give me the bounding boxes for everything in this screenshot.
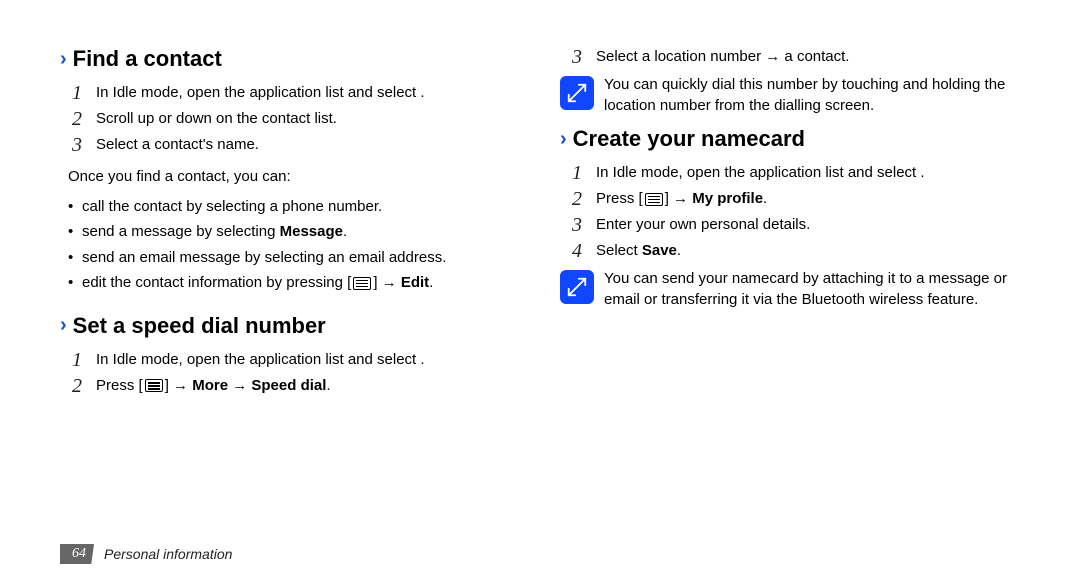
step-number: 1 [68,82,86,104]
find-step-2: 2 Scroll up or down on the contact list. [68,108,520,130]
create-step-1: 1 In Idle mode, open the application lis… [568,162,1020,184]
step-number: 4 [568,240,586,262]
menu-icon [645,193,663,206]
list-item: send a message by selecting Message. [68,221,520,244]
step-text: Enter your own personal details. [596,214,810,236]
note-text: You can quickly dial this number by touc… [604,74,1020,116]
once-found-intro: Once you find a contact, you can: [68,166,520,188]
chevron-right-icon: › [560,128,567,151]
step-number: 3 [568,214,586,236]
step-text: In Idle mode, open the application list … [96,82,425,104]
step-number: 2 [68,108,86,130]
heading-speed-dial: › Set a speed dial number [60,313,520,339]
create-step-2: 2 Press [] → My profile. [568,188,1020,210]
note-text: You can send your namecard by attaching … [604,268,1020,310]
note-icon [560,76,594,110]
speed-step-1: 1 In Idle mode, open the application lis… [68,349,520,371]
create-step-4: 4 Select Save. [568,240,1020,262]
heading-text: Set a speed dial number [73,313,326,339]
contact-actions-list: call the contact by selecting a phone nu… [68,196,520,295]
chevron-right-icon: › [60,314,67,337]
step-text: Press [] → My profile. [596,188,767,210]
footer-section-title: Personal information [104,546,232,562]
chevron-right-icon: › [60,48,67,71]
step-number: 1 [568,162,586,184]
page-number: 64 [60,544,94,564]
step-number: 3 [68,134,86,156]
step-text: Select a contact's name. [96,134,259,156]
left-column: › Find a contact 1 In Idle mode, open th… [60,40,520,401]
step-text: Scroll up or down on the contact list. [96,108,337,130]
menu-icon [353,277,371,290]
page-content: › Find a contact 1 In Idle mode, open th… [0,0,1080,401]
find-step-3: 3 Select a contact's name. [68,134,520,156]
step-number: 1 [68,349,86,371]
find-step-1: 1 In Idle mode, open the application lis… [68,82,520,104]
speed-step-2: 2 Press [] → More → Speed dial. [68,375,520,397]
step-text: Select a location number → a contact. [596,46,849,68]
speed-step-3: 3 Select a location number → a contact. [568,46,1020,68]
heading-text: Find a contact [73,46,222,72]
right-column: 3 Select a location number → a contact. … [560,40,1020,401]
step-number: 2 [568,188,586,210]
menu-icon [145,379,163,392]
page-footer: 64 Personal information [60,544,232,564]
list-item: call the contact by selecting a phone nu… [68,196,520,219]
heading-find-contact: › Find a contact [60,46,520,72]
step-text: In Idle mode, open the application list … [96,349,425,371]
create-step-3: 3 Enter your own personal details. [568,214,1020,236]
list-item: send an email message by selecting an em… [68,247,520,270]
step-text: Press [] → More → Speed dial. [96,375,331,397]
step-text: In Idle mode, open the application list … [596,162,925,184]
note-icon [560,270,594,304]
step-number: 3 [568,46,586,68]
step-number: 2 [68,375,86,397]
list-item: edit the contact information by pressing… [68,272,520,295]
heading-create-namecard: › Create your namecard [560,126,1020,152]
heading-text: Create your namecard [573,126,805,152]
note-speed-dial: You can quickly dial this number by touc… [560,74,1020,116]
step-text: Select Save. [596,240,681,262]
note-namecard: You can send your namecard by attaching … [560,268,1020,310]
